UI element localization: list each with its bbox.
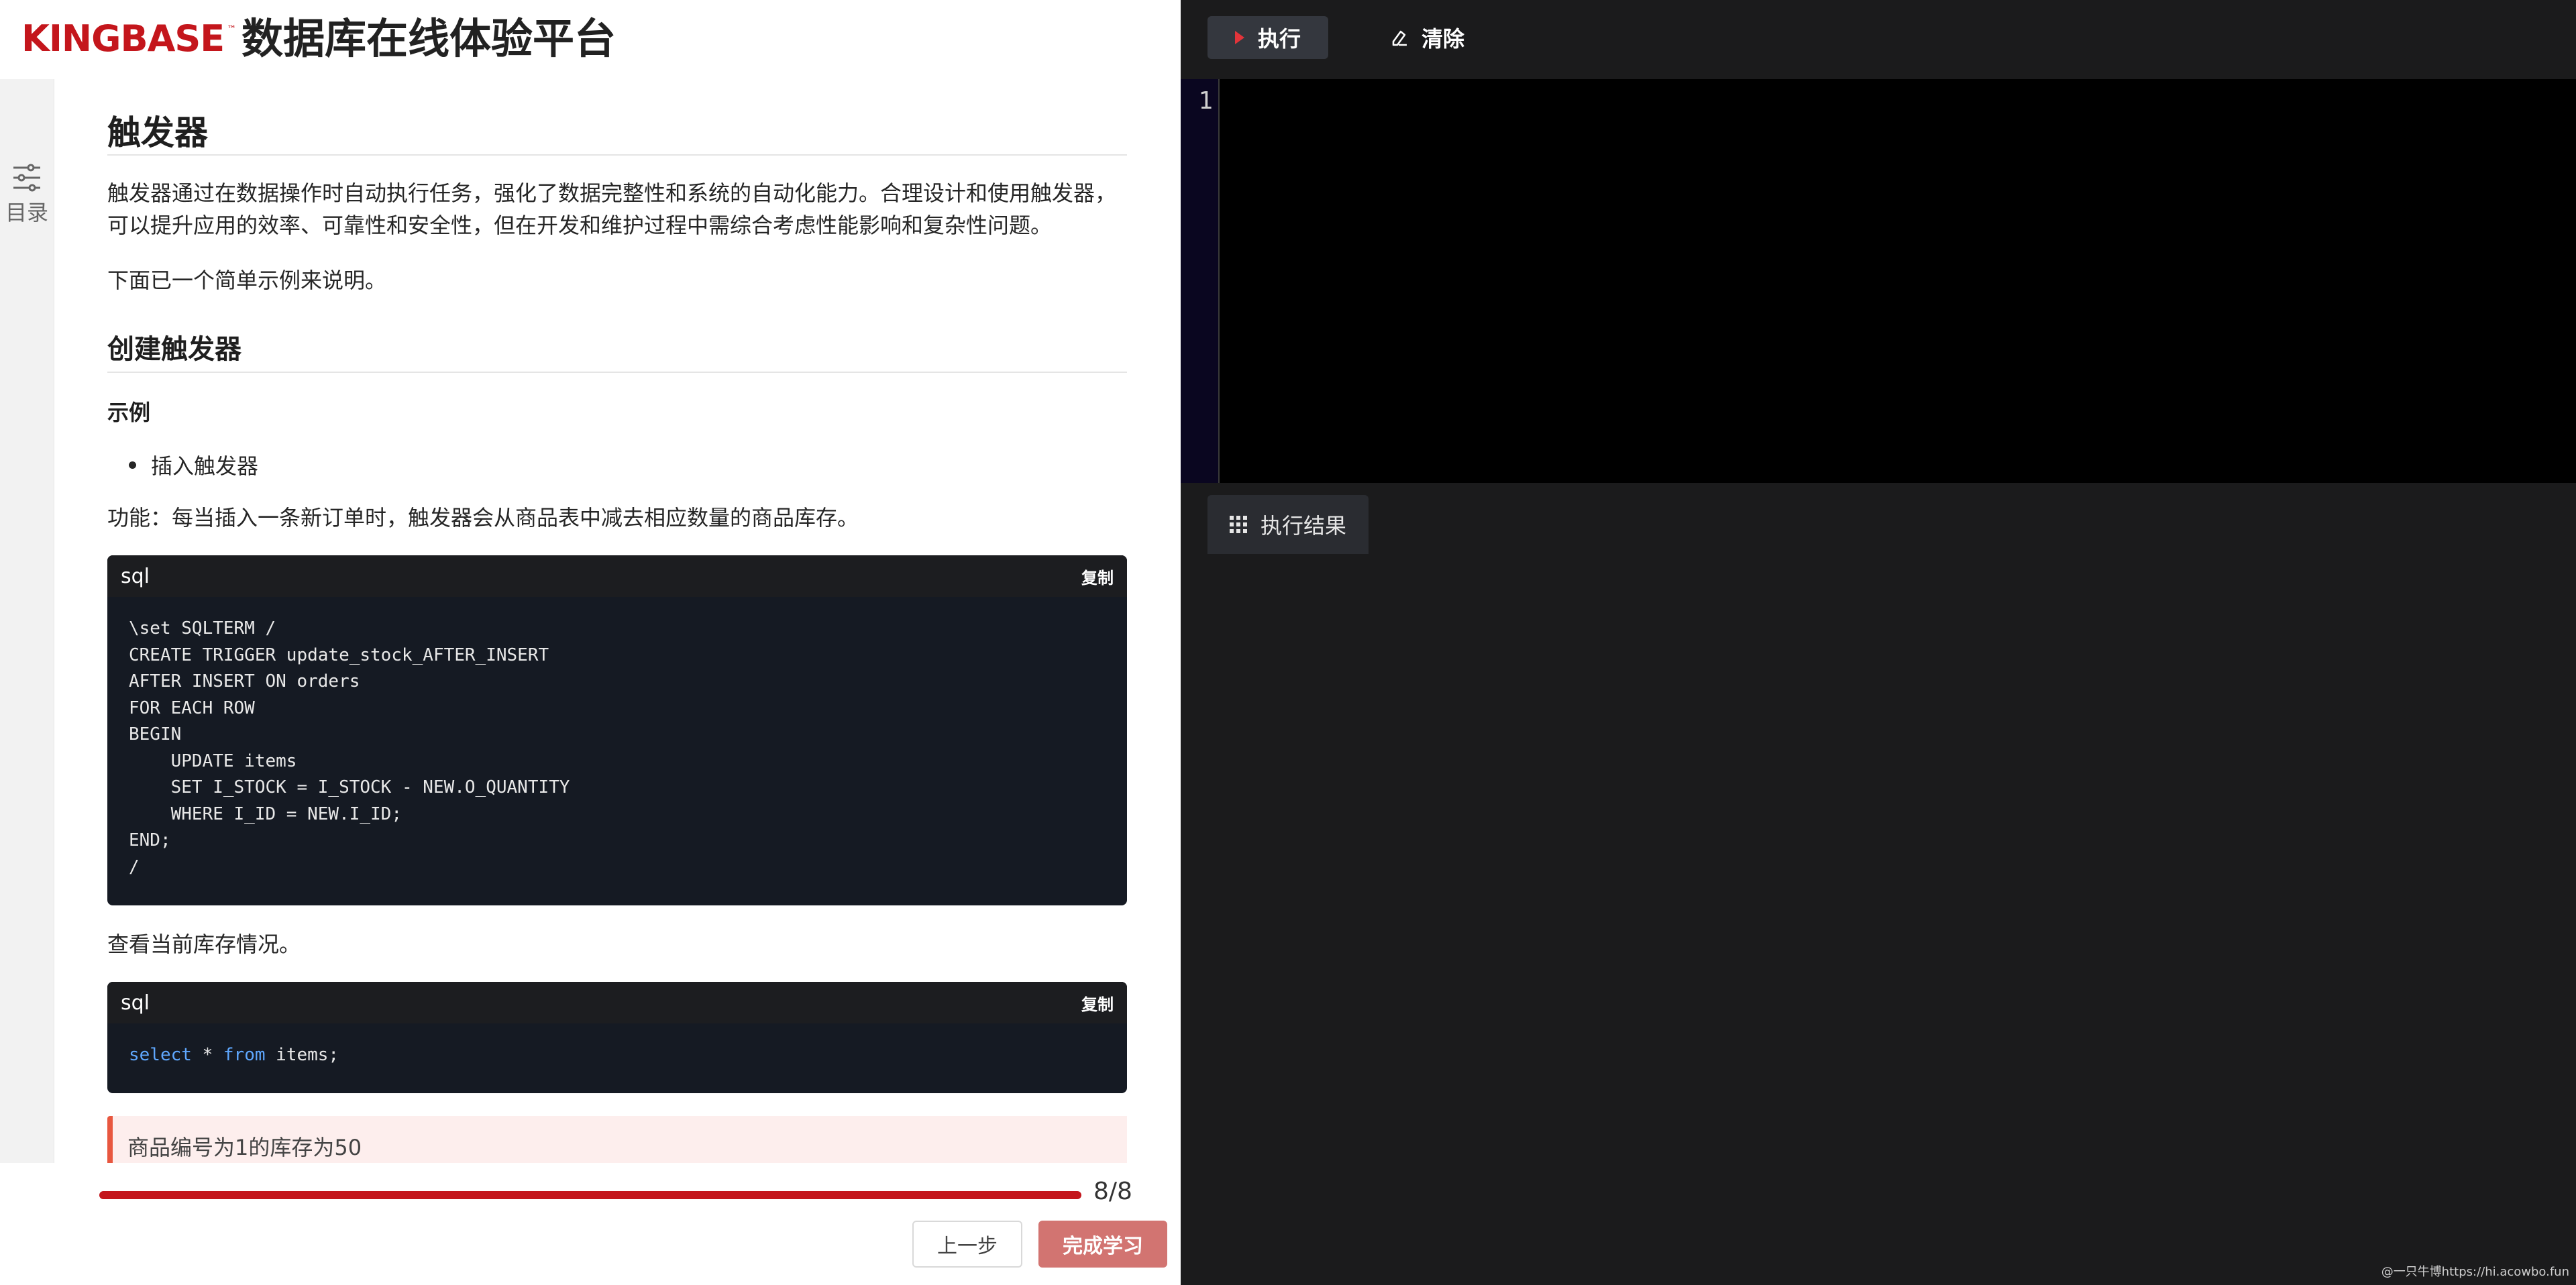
code-language: sql — [121, 565, 150, 588]
progress-fill — [99, 1191, 1081, 1199]
lesson-footer: 8/8 上一步 完成学习 — [0, 1163, 1181, 1285]
intro-line-1: 触发器通过在数据操作时自动执行任务，强化了数据完整性和系统的自动化能力。合理设计… — [107, 180, 1117, 206]
page-title: 数据库在线体验平台 — [241, 14, 616, 63]
code-block-create-trigger: sql 复制 \set SQLTERM / CREATE TRIGGER upd… — [107, 555, 1127, 905]
code-content: \set SQLTERM / CREATE TRIGGER update_sto… — [129, 618, 570, 877]
line-gutter: 1 — [1181, 79, 1220, 483]
results-area — [1181, 554, 2576, 1285]
sliders-icon[interactable] — [12, 161, 42, 194]
progress-bar — [99, 1191, 1081, 1199]
check-stock-text: 查看当前库存情况。 — [107, 932, 301, 957]
execute-label: 执行 — [1257, 26, 1301, 52]
previous-step-button[interactable]: 上一步 — [912, 1221, 1022, 1268]
kingbase-logo: KINGBASE ™ — [21, 19, 236, 59]
note-text: 商品编号为1的库存为50 — [127, 1135, 362, 1160]
copy-button[interactable]: 复制 — [1081, 565, 1114, 588]
clear-label: 清除 — [1421, 26, 1464, 52]
lesson-heading: 触发器 — [107, 113, 208, 152]
results-tabbar: 执行结果 — [1181, 483, 2576, 555]
toc-label[interactable]: 目录 — [5, 196, 48, 227]
code-content: select * from items; — [107, 1023, 1127, 1088]
line-number: 1 — [1198, 87, 1213, 115]
section-divider — [107, 372, 1127, 373]
code-header: sql 复制 — [107, 555, 1127, 597]
execute-button[interactable]: 执行 — [1208, 16, 1328, 59]
lesson-content: 触发器 触发器通过在数据操作时自动执行任务，强化了数据完整性和系统的自动化能力。… — [107, 79, 1127, 1163]
result-note: 商品编号为1的库存为50 — [107, 1116, 1127, 1163]
progress-text: 8/8 — [1093, 1178, 1132, 1205]
example-intro: 下面已一个简单示例来说明。 — [107, 268, 387, 293]
code-text: * — [191, 1045, 223, 1065]
code-header: sql 复制 — [107, 982, 1127, 1023]
function-description: 功能：每当插入一条新订单时，触发器会从商品表中减去相应数量的商品库存。 — [107, 505, 859, 530]
watermark: @一只牛博https://hi.acowbo.fun — [2381, 1265, 2569, 1279]
code-language: sql — [121, 991, 150, 1015]
code-text: items; — [265, 1045, 339, 1065]
section-heading: 创建触发器 — [107, 334, 241, 365]
app-header: KINGBASE ™ 数据库在线体验平台 — [0, 0, 1181, 79]
example-heading: 示例 — [107, 400, 151, 425]
sql-keyword: from — [223, 1045, 266, 1065]
copy-button[interactable]: 复制 — [1081, 991, 1114, 1015]
logo-text: KINGBASE — [21, 17, 225, 60]
finish-learning-button[interactable]: 完成学习 — [1038, 1221, 1167, 1268]
eraser-icon — [1392, 30, 1407, 46]
tab-results-label: 执行结果 — [1260, 513, 1346, 539]
tab-results[interactable]: 执行结果 — [1208, 495, 1368, 554]
sql-editor[interactable]: 1 — [1181, 79, 2576, 483]
intro-line-2: 可以提升应用的效率、可靠性和安全性，但在开发和维护过程中需综合考虑性能影响和复杂… — [107, 213, 1053, 238]
sql-keyword: select — [129, 1045, 192, 1065]
grid-icon — [1229, 516, 1247, 533]
editor-toolbar: 执行 清除 — [1181, 0, 2576, 79]
tutorial-panel: KINGBASE ™ 数据库在线体验平台 目录 触发器 触发器通过在数据操作时自… — [0, 0, 1181, 1285]
code-block-select: sql 复制 select * from items; — [107, 982, 1127, 1093]
bullet-dot — [129, 461, 136, 469]
list-item: 插入触发器 — [129, 449, 258, 480]
intro-paragraph: 触发器通过在数据操作时自动执行任务，强化了数据完整性和系统的自动化能力。合理设计… — [107, 177, 1127, 241]
play-icon — [1234, 31, 1244, 44]
logo-trademark: ™ — [227, 24, 237, 35]
list-item-label: 插入触发器 — [151, 453, 259, 479]
heading-divider — [107, 154, 1127, 156]
sql-workspace: 执行 清除 1 执行结果 @一只牛博https://hi.acowbo.fun — [1181, 0, 2576, 1285]
toc-rail[interactable]: 目录 — [0, 79, 54, 1163]
clear-button[interactable]: 清除 — [1377, 16, 1477, 59]
